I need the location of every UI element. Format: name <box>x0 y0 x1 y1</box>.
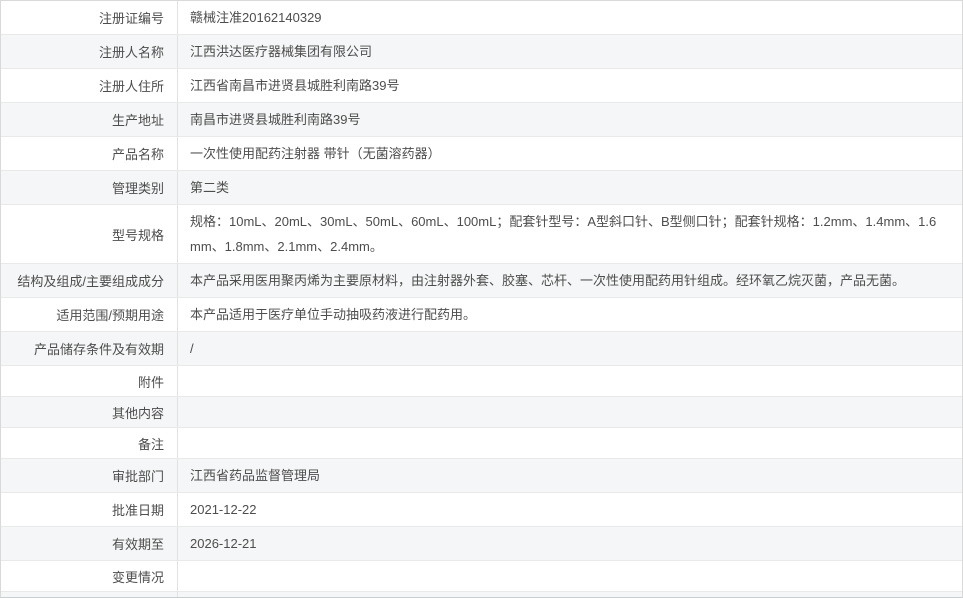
row-label-text: 审批部门 <box>111 469 164 484</box>
row-label: 结构及组成/主要组成成分 <box>1 264 178 297</box>
row-label: 适用范围/预期用途 <box>1 298 178 331</box>
row-label-text: 注册人住所 <box>98 79 164 94</box>
row-label: 批准日期 <box>1 493 178 526</box>
table-row: 适用范围/预期用途 本产品适用于医疗单位手动抽吸药液进行配药用。 <box>1 297 962 331</box>
row-label: 型号规格 <box>1 205 178 263</box>
row-value <box>178 377 962 385</box>
row-label: 备注 <box>1 428 178 458</box>
row-value: 本产品采用医用聚丙烯为主要原材料，由注射器外套、胶塞、芯杆、一次性使用配药用针组… <box>190 273 906 288</box>
table-row: 有效期至 2026-12-21 <box>1 526 962 560</box>
row-label-text: 管理类别 <box>111 181 164 196</box>
row-label-text: 其他内容 <box>111 405 164 421</box>
row-value: 赣械注准20162140329 <box>190 10 322 25</box>
table-row: 注册证编号 赣械注准20162140329 <box>1 1 962 34</box>
row-value: 江西洪达医疗器械集团有限公司 <box>190 44 373 59</box>
table-row: 注册人名称 江西洪达医疗器械集团有限公司 <box>1 34 962 68</box>
row-value <box>178 439 962 447</box>
table-row: 生产地址 南昌市进贤县城胜利南路39号 <box>1 102 962 136</box>
row-value: 江西省南昌市进贤县城胜利南路39号 <box>190 78 400 93</box>
row-label: 附件 <box>1 366 178 396</box>
table-row: 产品名称 一次性使用配药注射器 带针（无菌溶药器） <box>1 136 962 170</box>
row-label-text: 备注 <box>137 436 164 452</box>
row-value: / <box>190 341 194 356</box>
row-label-text: 型号规格 <box>111 227 164 243</box>
row-label-text: 注册证编号 <box>98 11 164 26</box>
table-row: 结构及组成/主要组成成分 本产品采用医用聚丙烯为主要原材料，由注射器外套、胶塞、… <box>1 263 962 297</box>
row-label-text: 适用范围/预期用途 <box>56 308 164 323</box>
row-value: 江西省药品监督管理局 <box>190 468 321 483</box>
row-value: 一次性使用配药注射器 带针（无菌溶药器） <box>190 146 441 161</box>
table-row: 其他内容 <box>1 396 962 427</box>
table-row: 型号规格 规格：10mL、20mL、30mL、50mL、60mL、100mL；配… <box>1 204 962 263</box>
row-label: 产品储存条件及有效期 <box>1 332 178 365</box>
table-row: 附件 <box>1 365 962 396</box>
table-row: 注 详情 <box>1 591 962 597</box>
table-row: 审批部门 江西省药品监督管理局 <box>1 458 962 492</box>
table-row: 批准日期 2021-12-22 <box>1 492 962 526</box>
table-row: 注册人住所 江西省南昌市进贤县城胜利南路39号 <box>1 68 962 102</box>
registration-table: 注册证编号 赣械注准20162140329 注册人名称 江西洪达医疗器械集团有限… <box>1 1 962 597</box>
row-value: 南昌市进贤县城胜利南路39号 <box>190 112 361 127</box>
row-label: 产品名称 <box>1 137 178 170</box>
row-value <box>178 408 962 416</box>
table-row: 备注 <box>1 427 962 458</box>
row-label: 注册人住所 <box>1 69 178 102</box>
row-label-text: 结构及组成/主要组成成分 <box>17 274 164 289</box>
row-value: 详情 <box>178 592 962 597</box>
row-value: 2021-12-22 <box>190 502 257 517</box>
table-row: 产品储存条件及有效期 / <box>1 331 962 365</box>
row-label: 审批部门 <box>1 459 178 492</box>
row-value: 2026-12-21 <box>190 536 257 551</box>
row-label: 变更情况 <box>1 561 178 591</box>
row-label-text: 注册人名称 <box>98 45 164 60</box>
row-value <box>178 572 962 580</box>
row-label-text: 变更情况 <box>111 569 164 585</box>
row-value: 本产品适用于医疗单位手动抽吸药液进行配药用。 <box>190 307 477 322</box>
row-label: 有效期至 <box>1 527 178 560</box>
row-label-text: 产品储存条件及有效期 <box>33 342 164 357</box>
row-label: 其他内容 <box>1 397 178 427</box>
row-label: 注册证编号 <box>1 1 178 34</box>
row-label: 生产地址 <box>1 103 178 136</box>
row-label-text: 附件 <box>137 374 164 390</box>
row-label-text: 生产地址 <box>111 113 164 128</box>
table-row: 变更情况 <box>1 560 962 591</box>
row-value: 第二类 <box>190 180 230 195</box>
row-label: 管理类别 <box>1 171 178 204</box>
registration-page: 注册证编号 赣械注准20162140329 注册人名称 江西洪达医疗器械集团有限… <box>0 0 963 598</box>
row-label-text: 产品名称 <box>111 147 164 162</box>
table-row: 管理类别 第二类 <box>1 170 962 204</box>
row-label-text: 有效期至 <box>111 537 164 552</box>
row-value: 规格：10mL、20mL、30mL、50mL、60mL、100mL；配套针型号：… <box>190 214 937 254</box>
row-label-text: 批准日期 <box>111 503 164 518</box>
row-label: 注 <box>1 592 178 597</box>
row-label: 注册人名称 <box>1 35 178 68</box>
